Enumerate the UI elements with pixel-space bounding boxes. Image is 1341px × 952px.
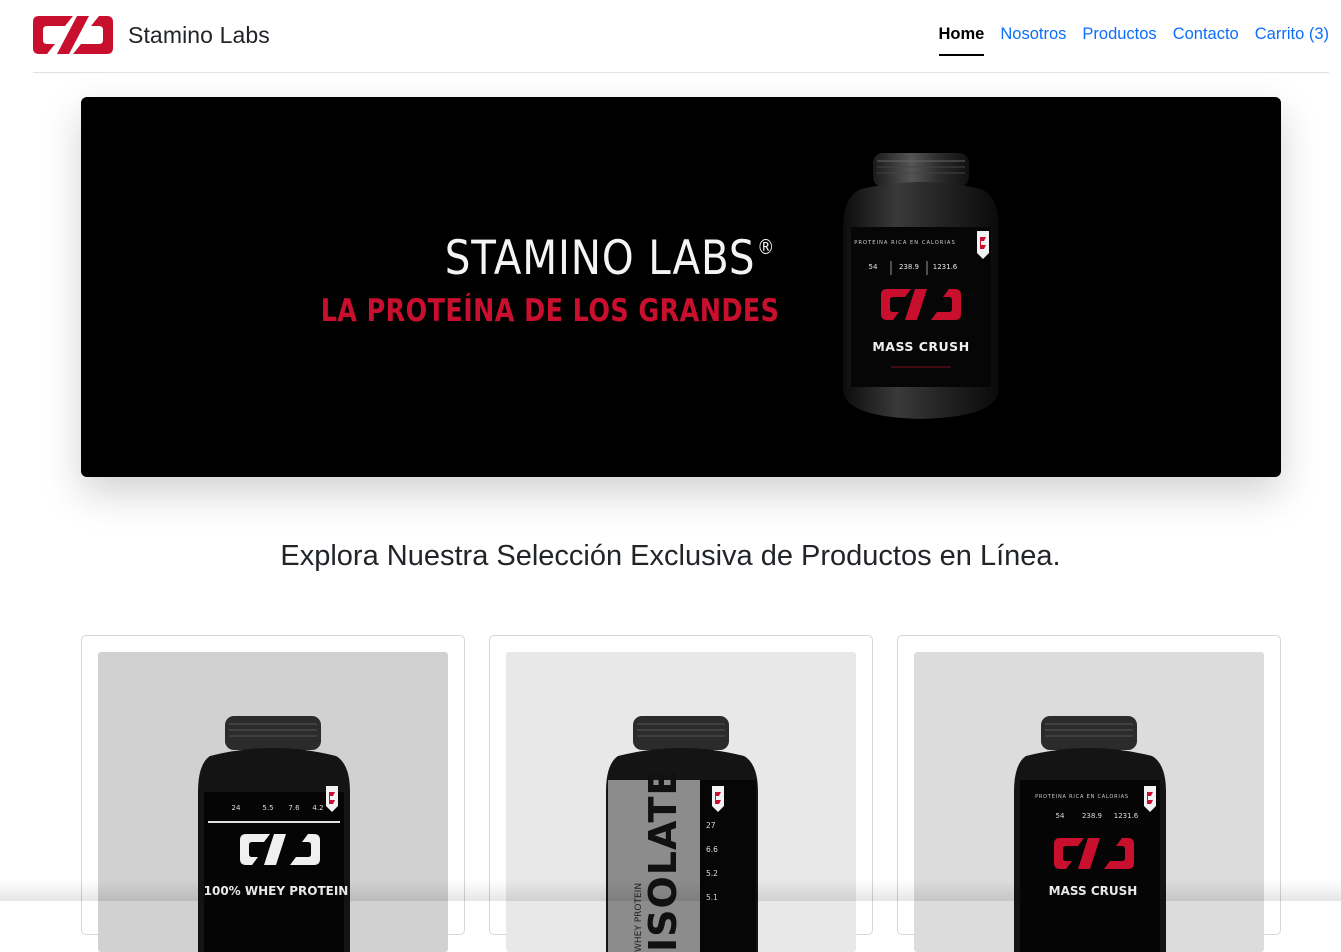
product-image[interactable]: 24 5.5 7.6 4.2 100% WHEY PROTEIN — [98, 652, 448, 952]
hero-tagline: LA PROTEÍNA DE LOS GRANDES — [320, 293, 779, 329]
product-image[interactable]: ISOLATE WHEY PROTEIN 27 6.6 5.2 5.1 — [506, 652, 856, 952]
product-card[interactable]: PROTEINA RICA EN CALORIAS 54 238.9 1231.… — [897, 635, 1281, 952]
svg-text:54: 54 — [1056, 812, 1065, 820]
mass-crush-jar-image: PROTEINA RICA EN CALORIAS 54 238.9 1231.… — [1014, 716, 1166, 952]
svg-text:WHEY PROTEIN: WHEY PROTEIN — [634, 883, 644, 952]
brand-name[interactable]: Stamino Labs — [128, 22, 270, 49]
svg-text:MASS CRUSH: MASS CRUSH — [1049, 884, 1138, 898]
svg-text:1231.6: 1231.6 — [1114, 812, 1139, 820]
svg-text:6.6: 6.6 — [706, 845, 718, 854]
nav-cart[interactable]: Carrito (3) — [1247, 24, 1329, 56]
svg-text:54: 54 — [869, 263, 878, 271]
svg-text:ISOLATE: ISOLATE — [641, 769, 685, 952]
svg-text:4.2: 4.2 — [312, 804, 323, 812]
stamino-logo-icon[interactable] — [33, 14, 113, 56]
svg-text:238.9: 238.9 — [899, 263, 919, 271]
hero-banner: STAMINO LABS® LA PROTEÍNA DE LOS GRANDES… — [81, 97, 1281, 477]
svg-text:5.2: 5.2 — [706, 869, 718, 878]
svg-text:24: 24 — [232, 804, 241, 812]
isolate-jar-image: ISOLATE WHEY PROTEIN 27 6.6 5.2 5.1 — [606, 716, 758, 952]
svg-text:MASS CRUSH: MASS CRUSH — [872, 339, 969, 354]
svg-text:1231.6: 1231.6 — [933, 263, 958, 271]
nav-home[interactable]: Home — [931, 24, 993, 56]
brand[interactable]: Stamino Labs — [33, 14, 270, 56]
product-card[interactable]: ISOLATE WHEY PROTEIN 27 6.6 5.2 5.1 — [489, 635, 873, 952]
product-image[interactable]: PROTEINA RICA EN CALORIAS 54 238.9 1231.… — [914, 652, 1264, 952]
svg-text:100% WHEY PROTEIN: 100% WHEY PROTEIN — [204, 884, 349, 898]
site-header: Stamino Labs Home Nosotros Productos Con… — [33, 0, 1329, 73]
svg-text:238.9: 238.9 — [1082, 812, 1102, 820]
hero-title: STAMINO LABS® — [444, 231, 775, 286]
svg-text:5.5: 5.5 — [262, 804, 273, 812]
svg-text:7.6: 7.6 — [288, 804, 300, 812]
main-nav: Home Nosotros Productos Contacto Carrito… — [931, 24, 1329, 56]
products-section-heading: Explora Nuestra Selección Exclusiva de P… — [280, 540, 1061, 572]
nav-nosotros[interactable]: Nosotros — [992, 24, 1074, 56]
svg-text:PROTEINA RICA EN CALORIAS: PROTEINA RICA EN CALORIAS — [1035, 794, 1129, 800]
nav-contacto[interactable]: Contacto — [1165, 24, 1247, 56]
svg-text:27: 27 — [706, 821, 716, 830]
whey-protein-jar-image: 24 5.5 7.6 4.2 100% WHEY PROTEIN — [198, 716, 350, 952]
nav-productos[interactable]: Productos — [1074, 24, 1164, 56]
svg-text:PROTEINA RICA EN CALORIAS: PROTEINA RICA EN CALORIAS — [854, 240, 956, 246]
product-card[interactable]: 24 5.5 7.6 4.2 100% WHEY PROTEIN — [81, 635, 465, 952]
mass-crush-jar-image: PROTEINA RICA EN CALORIAS 54 238.9 1231.… — [843, 153, 999, 419]
